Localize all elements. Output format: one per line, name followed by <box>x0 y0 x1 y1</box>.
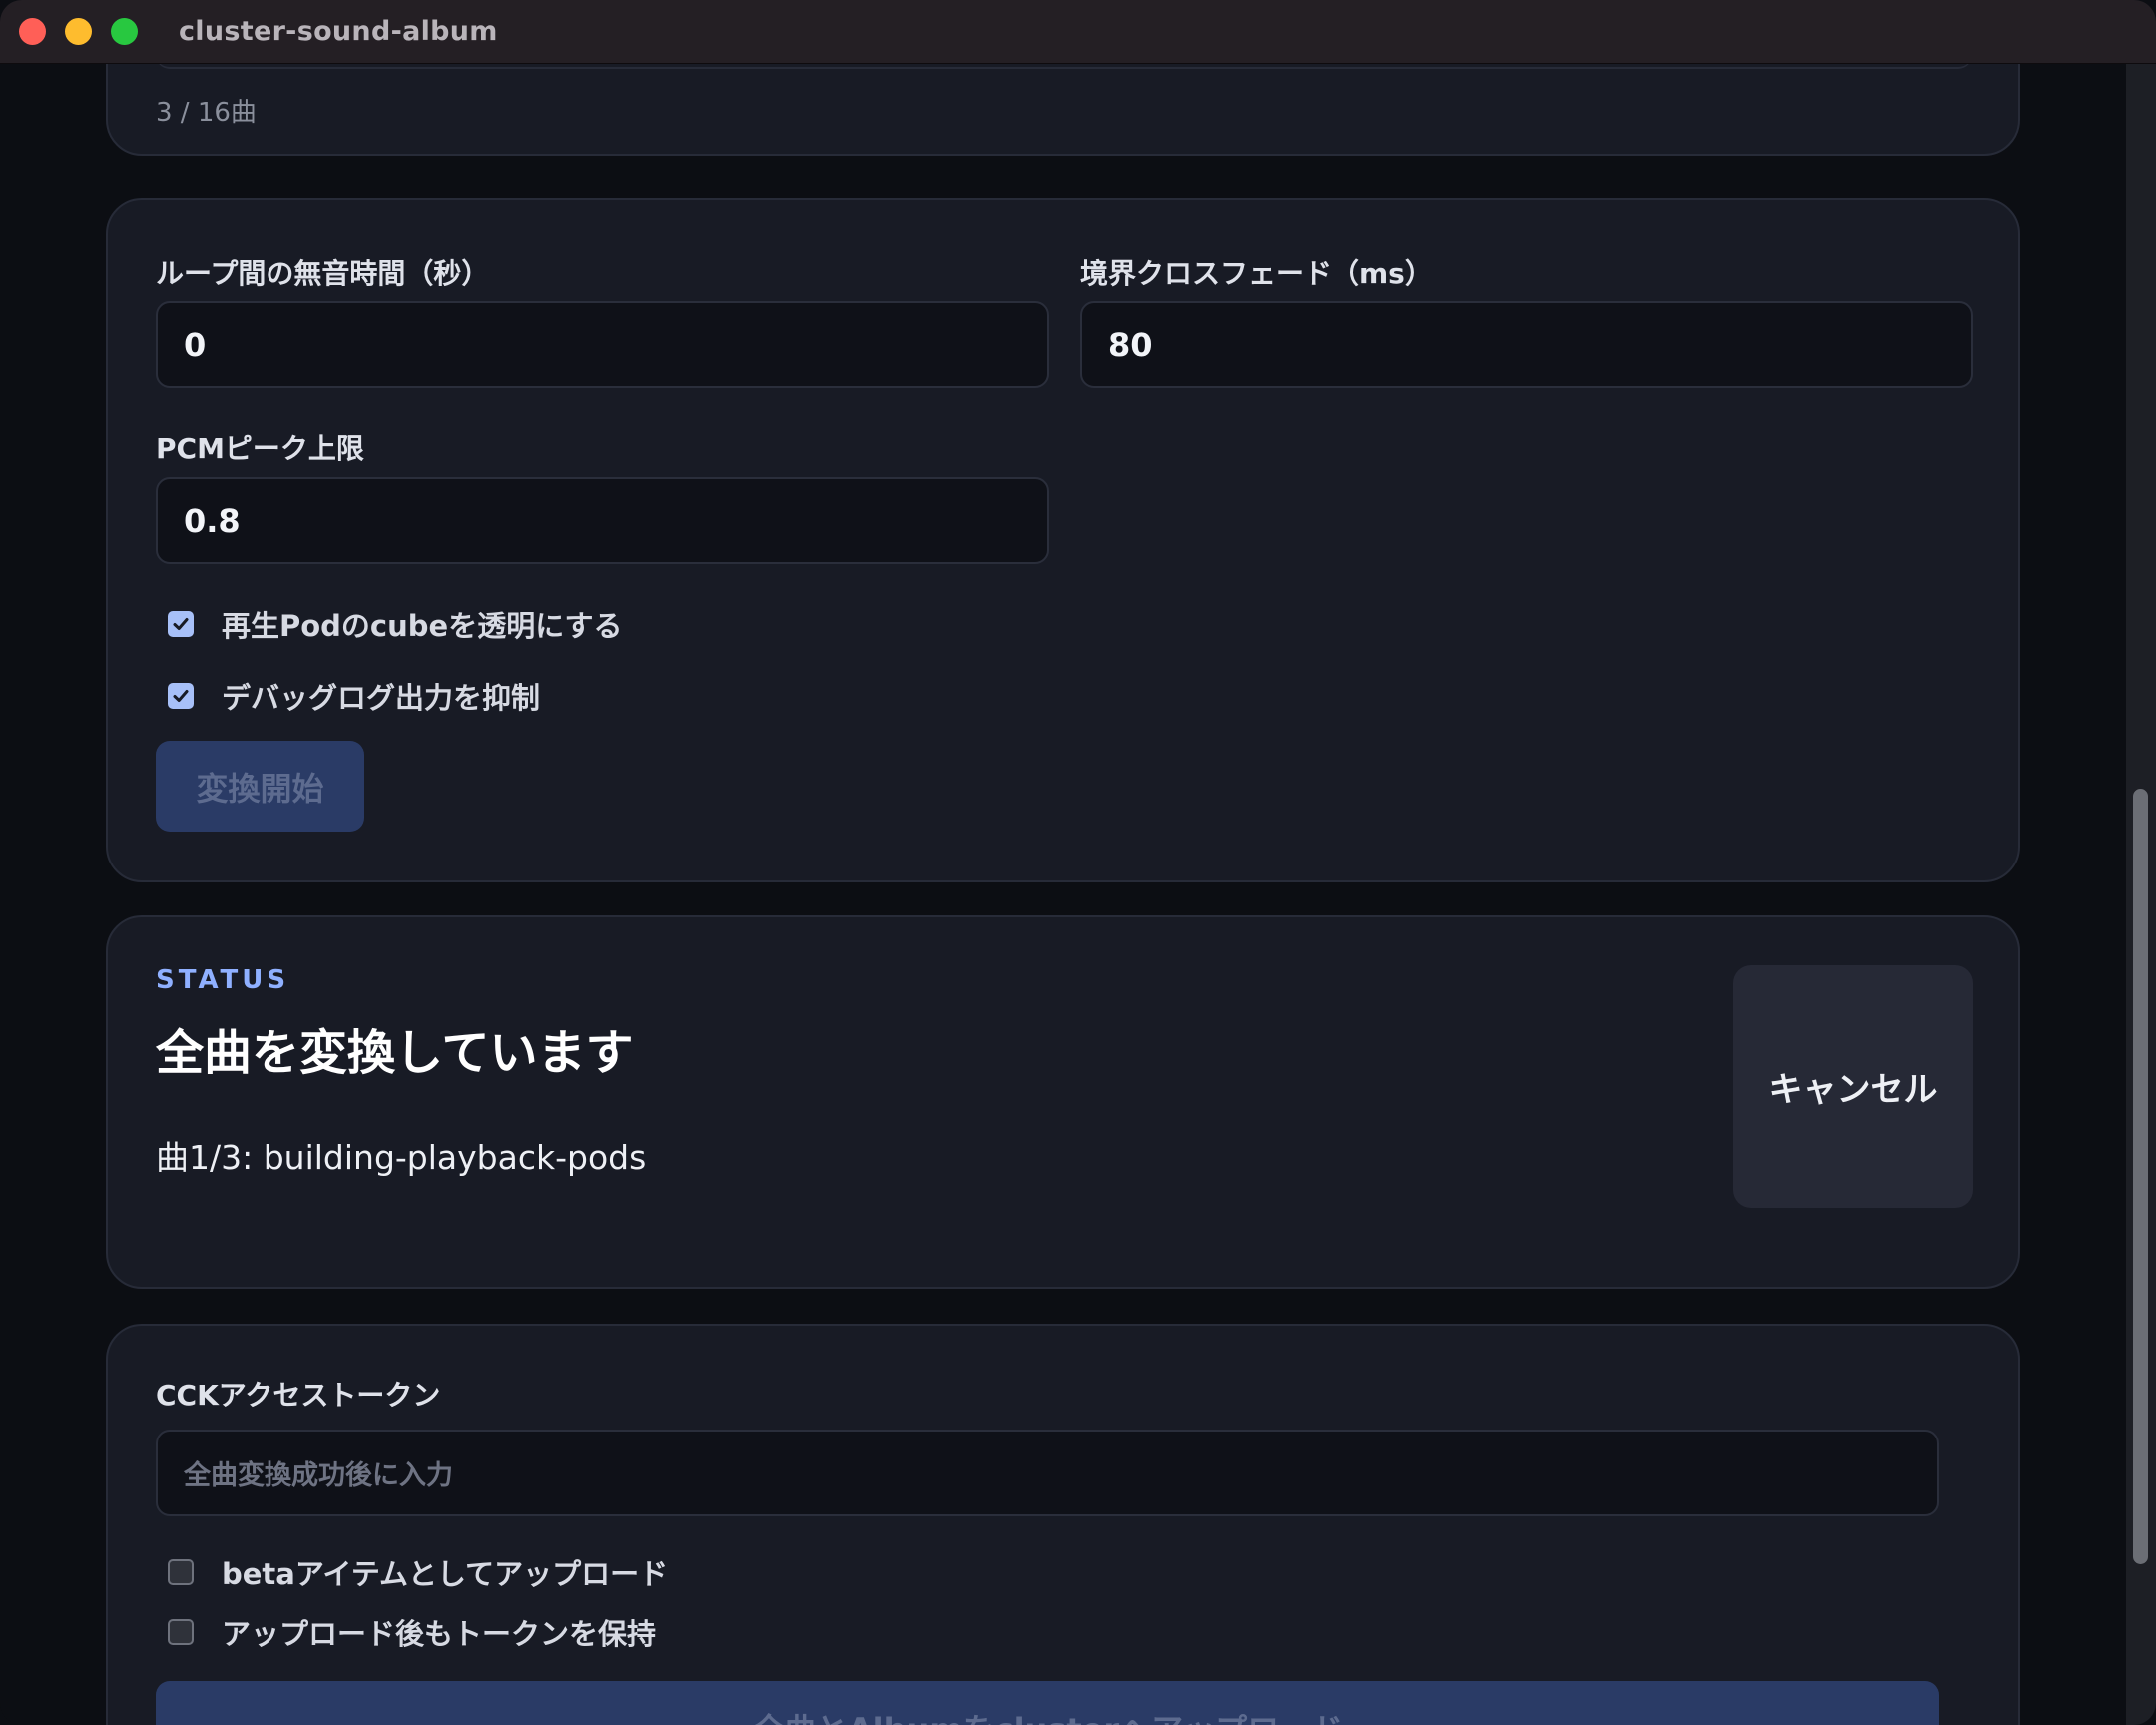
conversion-settings-card: ループ間の無音時間（秒） 0 境界クロスフェード（ms） 80 PCMピーク上限… <box>106 198 2020 882</box>
main-content: 3 / 16曲 ループ間の無音時間（秒） 0 境界クロスフェード（ms） 80 … <box>0 64 2156 1725</box>
transparent-cube-label: 再生Podのcubeを透明にする <box>222 609 623 643</box>
checkmark-icon <box>173 618 189 630</box>
beta-upload-checkbox[interactable] <box>168 1559 194 1585</box>
window-title: cluster-sound-album <box>179 16 498 47</box>
title-bar: cluster-sound-album <box>0 0 2156 64</box>
loop-gap-label: ループ間の無音時間（秒） <box>156 257 490 289</box>
cancel-button[interactable]: キャンセル <box>1733 965 1973 1208</box>
crossfade-label: 境界クロスフェード（ms） <box>1080 257 1433 289</box>
loop-gap-value: 0 <box>184 325 207 364</box>
cck-token-input[interactable]: 全曲変換成功後に入力 <box>156 1430 1939 1516</box>
convert-start-button[interactable]: 変換開始 <box>156 741 364 832</box>
track-list-bottom-edge <box>156 64 1972 69</box>
suppress-debug-label: デバッグログ出力を抑制 <box>222 681 541 715</box>
close-window-button[interactable] <box>19 18 46 45</box>
beta-upload-label: betaアイテムとしてアップロード <box>222 1557 669 1591</box>
cck-token-label: CCKアクセストークン <box>156 1379 441 1412</box>
upload-card: CCKアクセストークン 全曲変換成功後に入力 betaアイテムとしてアップロード… <box>106 1324 2020 1725</box>
pcm-peak-value: 0.8 <box>184 501 241 540</box>
checkmark-icon <box>173 690 189 702</box>
app-window: cluster-sound-album 3 / 16曲 ループ間の無音時間（秒）… <box>0 0 2156 1725</box>
status-detail: 曲1/3: building-playback-pods <box>156 1138 647 1177</box>
upload-album-button[interactable]: 全曲とAlbumをclusterへアップロード <box>156 1681 1939 1725</box>
status-card: STATUS 全曲を変換しています 曲1/3: building-playbac… <box>106 915 2020 1289</box>
crossfade-value: 80 <box>1108 325 1153 364</box>
loop-gap-input[interactable]: 0 <box>156 301 1049 388</box>
pcm-peak-input[interactable]: 0.8 <box>156 477 1049 564</box>
transparent-cube-checkbox[interactable] <box>168 611 194 637</box>
transparent-cube-option[interactable]: 再生Podのcubeを透明にする <box>168 603 623 645</box>
suppress-debug-checkbox[interactable] <box>168 683 194 709</box>
scrollbar-thumb[interactable] <box>2133 789 2148 1564</box>
pcm-peak-label: PCMピーク上限 <box>156 432 364 465</box>
track-list-card: 3 / 16曲 <box>106 64 2020 156</box>
crossfade-input[interactable]: 80 <box>1080 301 1973 388</box>
keep-token-option[interactable]: アップロード後もトークンを保持 <box>168 1611 656 1653</box>
maximize-window-button[interactable] <box>111 18 138 45</box>
keep-token-label: アップロード後もトークンを保持 <box>222 1617 657 1651</box>
status-kicker: STATUS <box>156 965 290 995</box>
beta-upload-option[interactable]: betaアイテムとしてアップロード <box>168 1551 668 1593</box>
keep-token-checkbox[interactable] <box>168 1619 194 1645</box>
suppress-debug-option[interactable]: デバッグログ出力を抑制 <box>168 675 540 717</box>
status-title: 全曲を変換しています <box>156 1025 634 1081</box>
track-count-text: 3 / 16曲 <box>156 98 257 128</box>
minimize-window-button[interactable] <box>65 18 92 45</box>
cck-token-placeholder: 全曲変換成功後に入力 <box>184 1460 453 1491</box>
